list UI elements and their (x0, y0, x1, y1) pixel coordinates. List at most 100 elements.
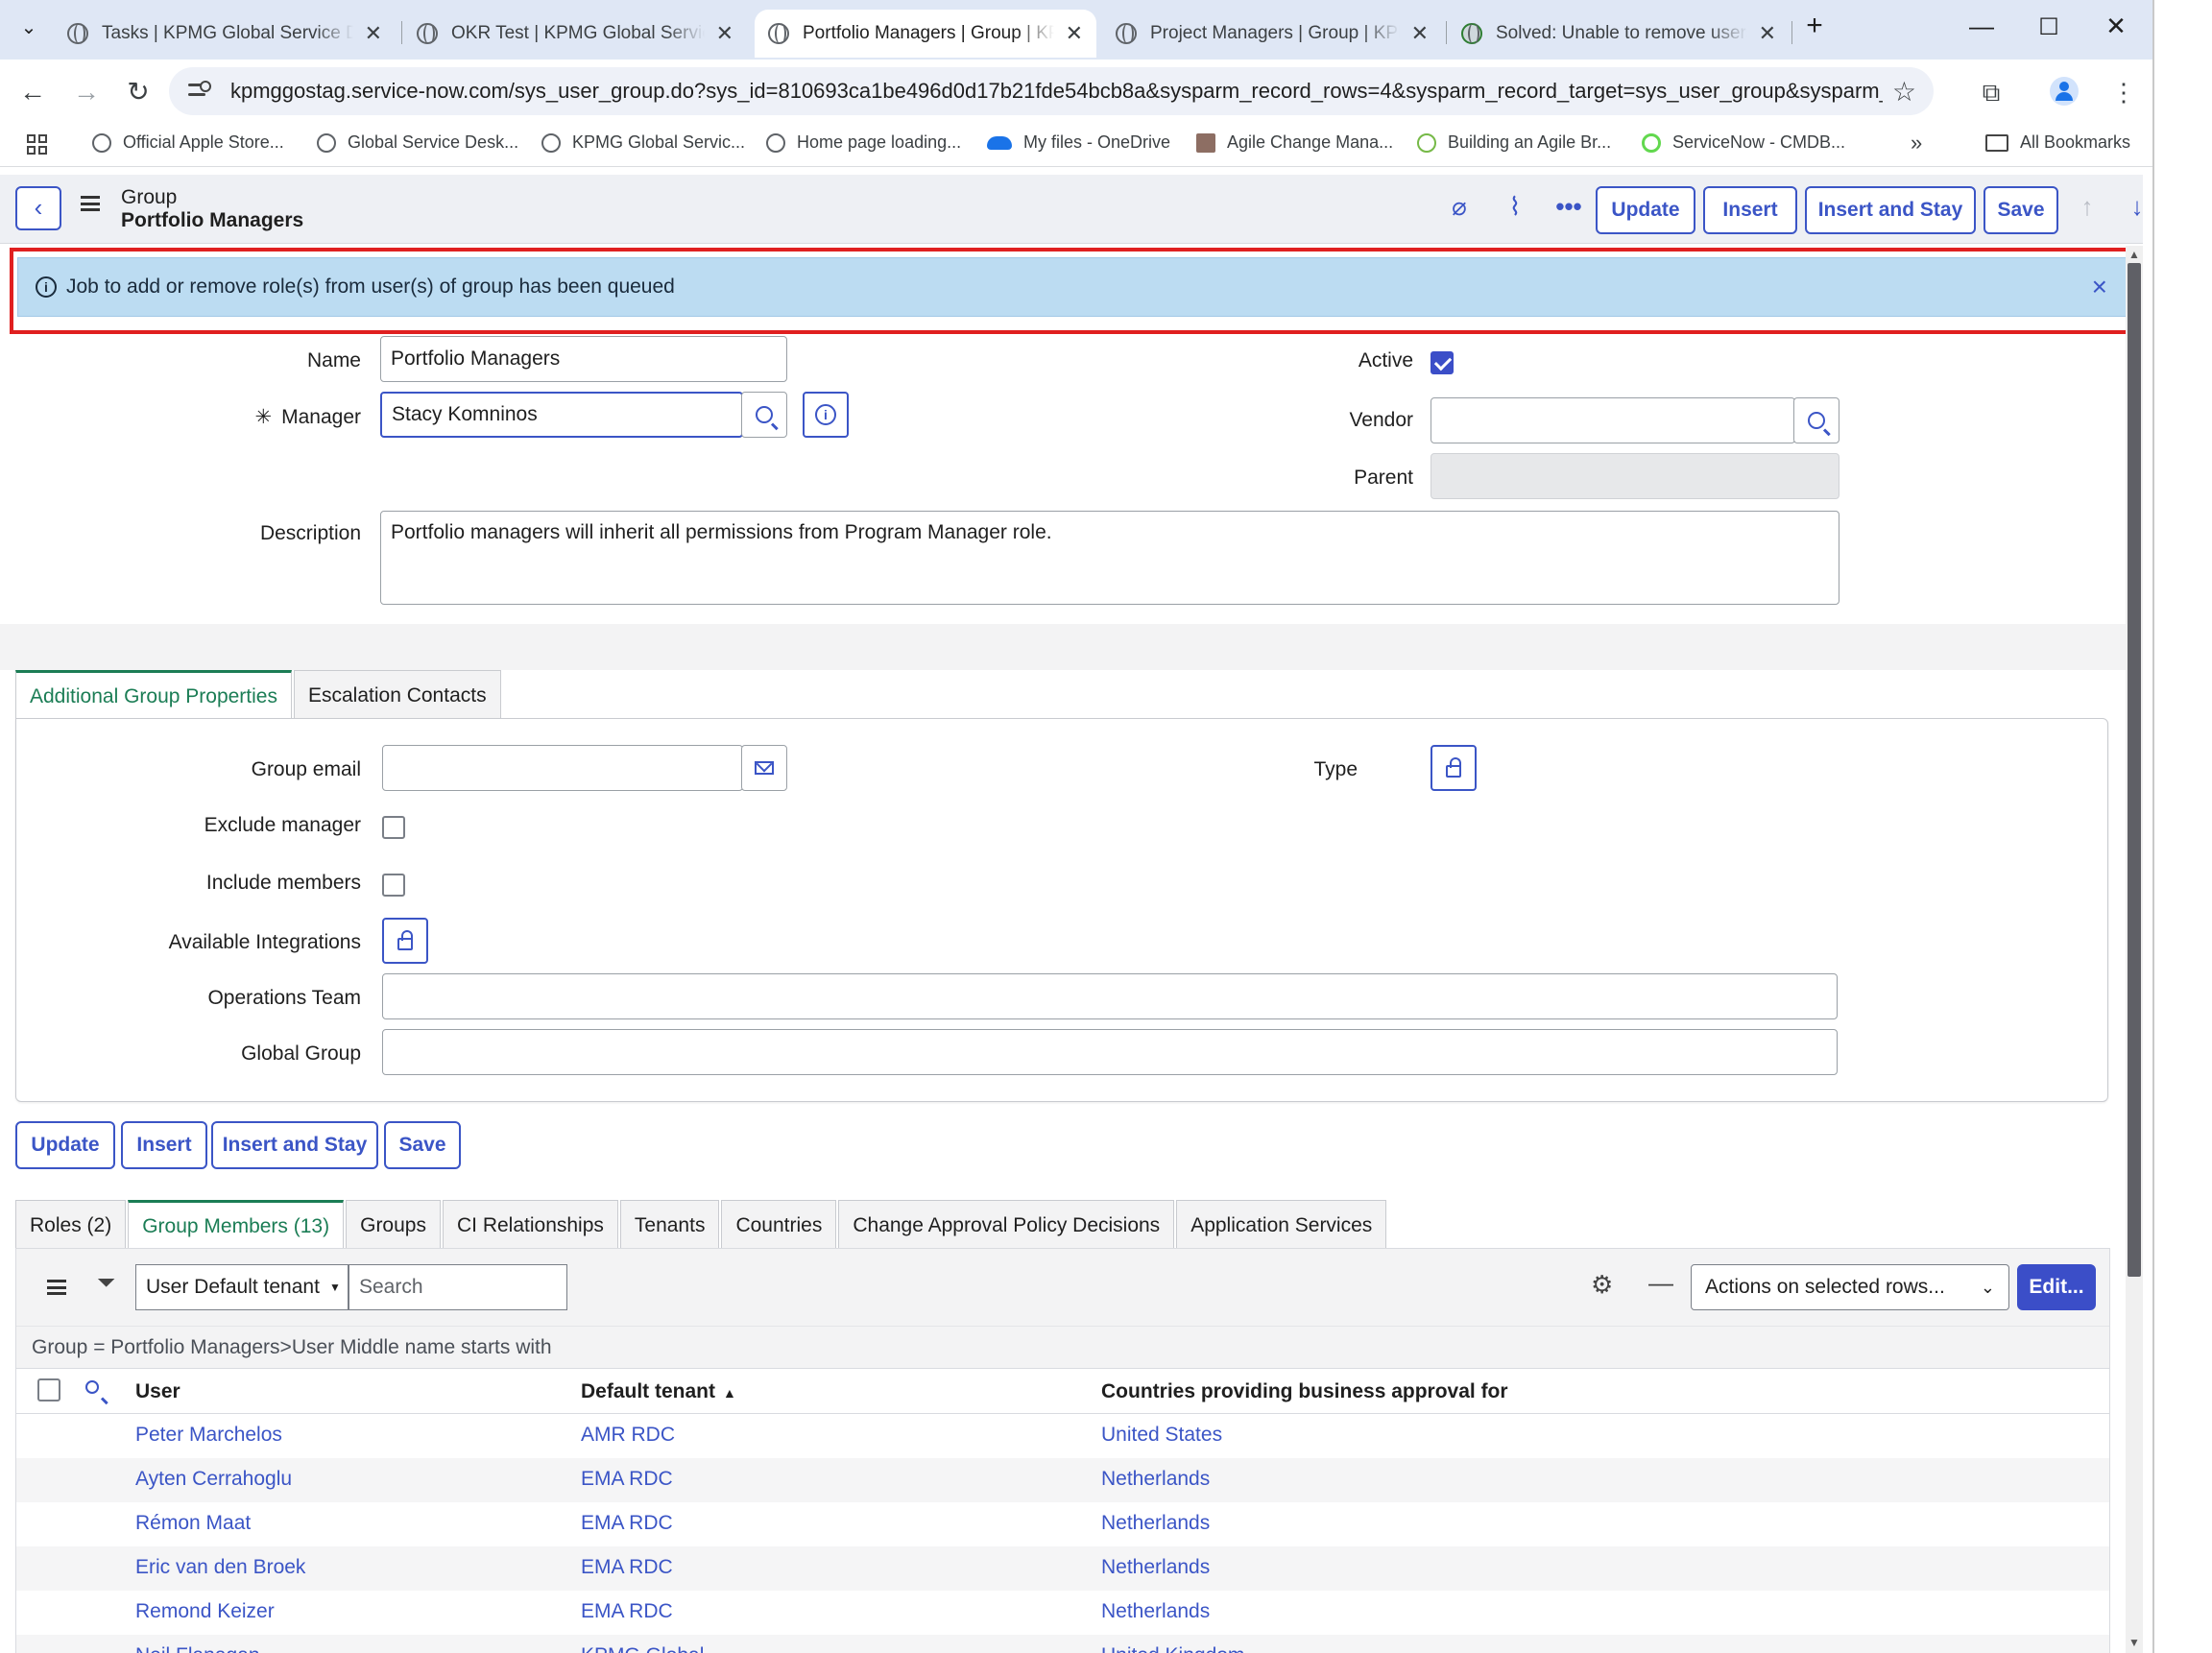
tenant-link[interactable]: KPMG Global (581, 1644, 704, 1653)
user-link[interactable]: Ayten Cerrahoglu (135, 1468, 292, 1491)
active-checkbox[interactable] (1431, 351, 1454, 374)
maximize-icon[interactable]: ☐ (2030, 13, 2068, 41)
forward-arrow-icon[interactable]: → (67, 73, 106, 111)
bookmark-agile-brand[interactable]: Building an Agile Br... (1417, 132, 1611, 153)
tab-additional-group-properties[interactable]: Additional Group Properties (15, 670, 292, 720)
bookmark-apple-store[interactable]: Official Apple Store... (92, 132, 284, 153)
user-link[interactable]: Eric van den Broek (135, 1556, 305, 1579)
close-icon[interactable]: × (2092, 272, 2107, 302)
select-all-checkbox[interactable] (37, 1378, 60, 1401)
manager-lookup-button[interactable] (741, 392, 787, 438)
bookmark-servicenow-cmdb[interactable]: ServiceNow - CMDB... (1642, 132, 1845, 153)
bottom-insert-button[interactable]: Insert (121, 1121, 207, 1169)
update-button[interactable]: Update (1596, 186, 1695, 234)
previous-record-arrow-up-icon[interactable]: ↑ (2070, 192, 2104, 222)
tenant-link[interactable]: EMA RDC (581, 1468, 673, 1491)
list-search-input[interactable]: Search (349, 1264, 567, 1310)
tab-application-services[interactable]: Application Services (1176, 1200, 1387, 1250)
list-menu-hamburger-icon[interactable] (47, 1280, 66, 1295)
bookmark-onedrive[interactable]: My files - OneDrive (987, 132, 1170, 153)
minimize-icon[interactable]: — (1962, 12, 2001, 41)
tab-ci-relationships[interactable]: CI Relationships (442, 1200, 618, 1250)
collapse-list-minus-icon[interactable]: — (1648, 1268, 1673, 1298)
close-tab-icon[interactable]: ✕ (1759, 21, 1776, 46)
tab-group-members[interactable]: Group Members (13) (128, 1200, 345, 1250)
more-options-ellipsis-icon[interactable]: ••• (1551, 192, 1586, 222)
country-link[interactable]: Netherlands (1101, 1512, 1210, 1535)
tenant-link[interactable]: EMA RDC (581, 1600, 673, 1623)
vendor-lookup-button[interactable] (1793, 397, 1839, 443)
extensions-puzzle-icon[interactable]: ⧉ (1972, 73, 2010, 111)
country-link[interactable]: Netherlands (1101, 1600, 1210, 1623)
column-search-icon[interactable] (85, 1380, 99, 1394)
save-button[interactable]: Save (1984, 186, 2058, 234)
tenant-link[interactable]: EMA RDC (581, 1556, 673, 1579)
back-button[interactable]: ‹ (15, 186, 61, 230)
tab-countries[interactable]: Countries (721, 1200, 837, 1250)
scrollbar-thumb[interactable] (2128, 263, 2141, 1277)
type-lock-button[interactable] (1431, 745, 1477, 791)
tab-tenants[interactable]: Tenants (619, 1200, 720, 1250)
browser-tab-okr[interactable]: OKR Test | KPMG Global Service ✕ (403, 10, 747, 58)
edit-button[interactable]: Edit... (2017, 1264, 2096, 1310)
country-link[interactable]: Netherlands (1101, 1468, 1210, 1491)
user-link[interactable]: Neil Flanagan (135, 1644, 260, 1653)
column-header-user[interactable]: User (135, 1380, 180, 1403)
send-email-button[interactable] (741, 745, 787, 791)
search-field-select[interactable]: User Default tenant ▼ (135, 1264, 349, 1310)
bookmark-home-page[interactable]: Home page loading... (766, 132, 961, 153)
browser-menu-kebab-icon[interactable]: ⋮ (2104, 73, 2143, 111)
bottom-update-button[interactable]: Update (15, 1121, 115, 1169)
bookmark-kpmg-global[interactable]: KPMG Global Servic... (541, 132, 745, 153)
global-group-field[interactable] (382, 1029, 1838, 1075)
scroll-up-arrow-icon[interactable]: ▲ (2128, 248, 2140, 261)
bottom-insert-and-stay-button[interactable]: Insert and Stay (211, 1121, 378, 1169)
tab-change-approval-policy-decisions[interactable]: Change Approval Policy Decisions (838, 1200, 1175, 1250)
manager-info-button[interactable]: i (803, 392, 849, 438)
bookmark-star-icon[interactable]: ☆ (1892, 76, 1916, 108)
manager-field[interactable]: Stacy Komninos (380, 392, 743, 438)
tab-escalation-contacts[interactable]: Escalation Contacts (293, 670, 501, 720)
tab-groups[interactable]: Groups (346, 1200, 441, 1250)
tab-roles[interactable]: Roles (2) (15, 1200, 127, 1250)
column-header-default-tenant[interactable]: Default tenant ▲ (581, 1380, 736, 1403)
new-tab-plus-icon[interactable]: + (1795, 10, 1834, 42)
country-link[interactable]: Netherlands (1101, 1556, 1210, 1579)
browser-tab-portfolio-managers[interactable]: Portfolio Managers | Group | KP ✕ (755, 10, 1096, 58)
back-arrow-icon[interactable]: ← (13, 73, 52, 111)
bookmark-agile-change[interactable]: Agile Change Mana... (1196, 132, 1393, 153)
site-settings-icon[interactable] (188, 81, 213, 102)
user-link[interactable]: Rémon Maat (135, 1512, 251, 1535)
bookmark-global-service-desk[interactable]: Global Service Desk... (317, 132, 518, 153)
next-record-arrow-down-icon[interactable]: ↓ (2120, 192, 2152, 222)
insert-button[interactable]: Insert (1703, 186, 1797, 234)
context-menu-hamburger-icon[interactable] (81, 196, 100, 211)
close-tab-icon[interactable]: ✕ (1411, 21, 1429, 46)
available-integrations-lock-button[interactable] (382, 918, 428, 964)
profile-avatar-icon[interactable] (2045, 73, 2083, 111)
browser-tab-project-managers[interactable]: Project Managers | Group | KPM ✕ (1102, 10, 1442, 58)
browser-tab-tasks[interactable]: Tasks | KPMG Global Service De ✕ (54, 10, 396, 58)
insert-and-stay-button[interactable]: Insert and Stay (1805, 186, 1976, 234)
vendor-field[interactable] (1431, 397, 1795, 443)
activity-pulse-icon[interactable]: ⌇ (1498, 192, 1532, 222)
tenant-link[interactable]: AMR RDC (581, 1424, 675, 1447)
more-bookmarks-chevron-icon[interactable]: » (1911, 131, 1922, 156)
close-tab-icon[interactable]: ✕ (716, 21, 733, 46)
apps-grid-icon[interactable] (27, 134, 48, 156)
filter-funnel-icon[interactable]: ⏷ (97, 1270, 115, 1297)
country-link[interactable]: United Kingdom (1101, 1644, 1244, 1653)
actions-on-selected-rows-select[interactable]: Actions on selected rows... ⌄ (1691, 1264, 2009, 1310)
group-email-field[interactable] (382, 745, 743, 791)
tenant-link[interactable]: EMA RDC (581, 1512, 673, 1535)
include-members-checkbox[interactable] (382, 874, 405, 897)
all-bookmarks-folder[interactable]: All Bookmarks (1985, 132, 2130, 153)
address-bar[interactable]: kpmggostag.service-now.com/sys_user_grou… (169, 67, 1934, 115)
description-textarea[interactable]: Portfolio managers will inherit all perm… (380, 511, 1839, 605)
page-scrollbar[interactable]: ▲ ▼ (2126, 246, 2143, 1653)
operations-team-field[interactable] (382, 973, 1838, 1019)
country-link[interactable]: United States (1101, 1424, 1222, 1447)
column-header-countries[interactable]: Countries providing business approval fo… (1101, 1380, 1508, 1403)
exclude-manager-checkbox[interactable] (382, 816, 405, 839)
attachment-paperclip-icon[interactable]: ⌀ (1442, 192, 1477, 222)
